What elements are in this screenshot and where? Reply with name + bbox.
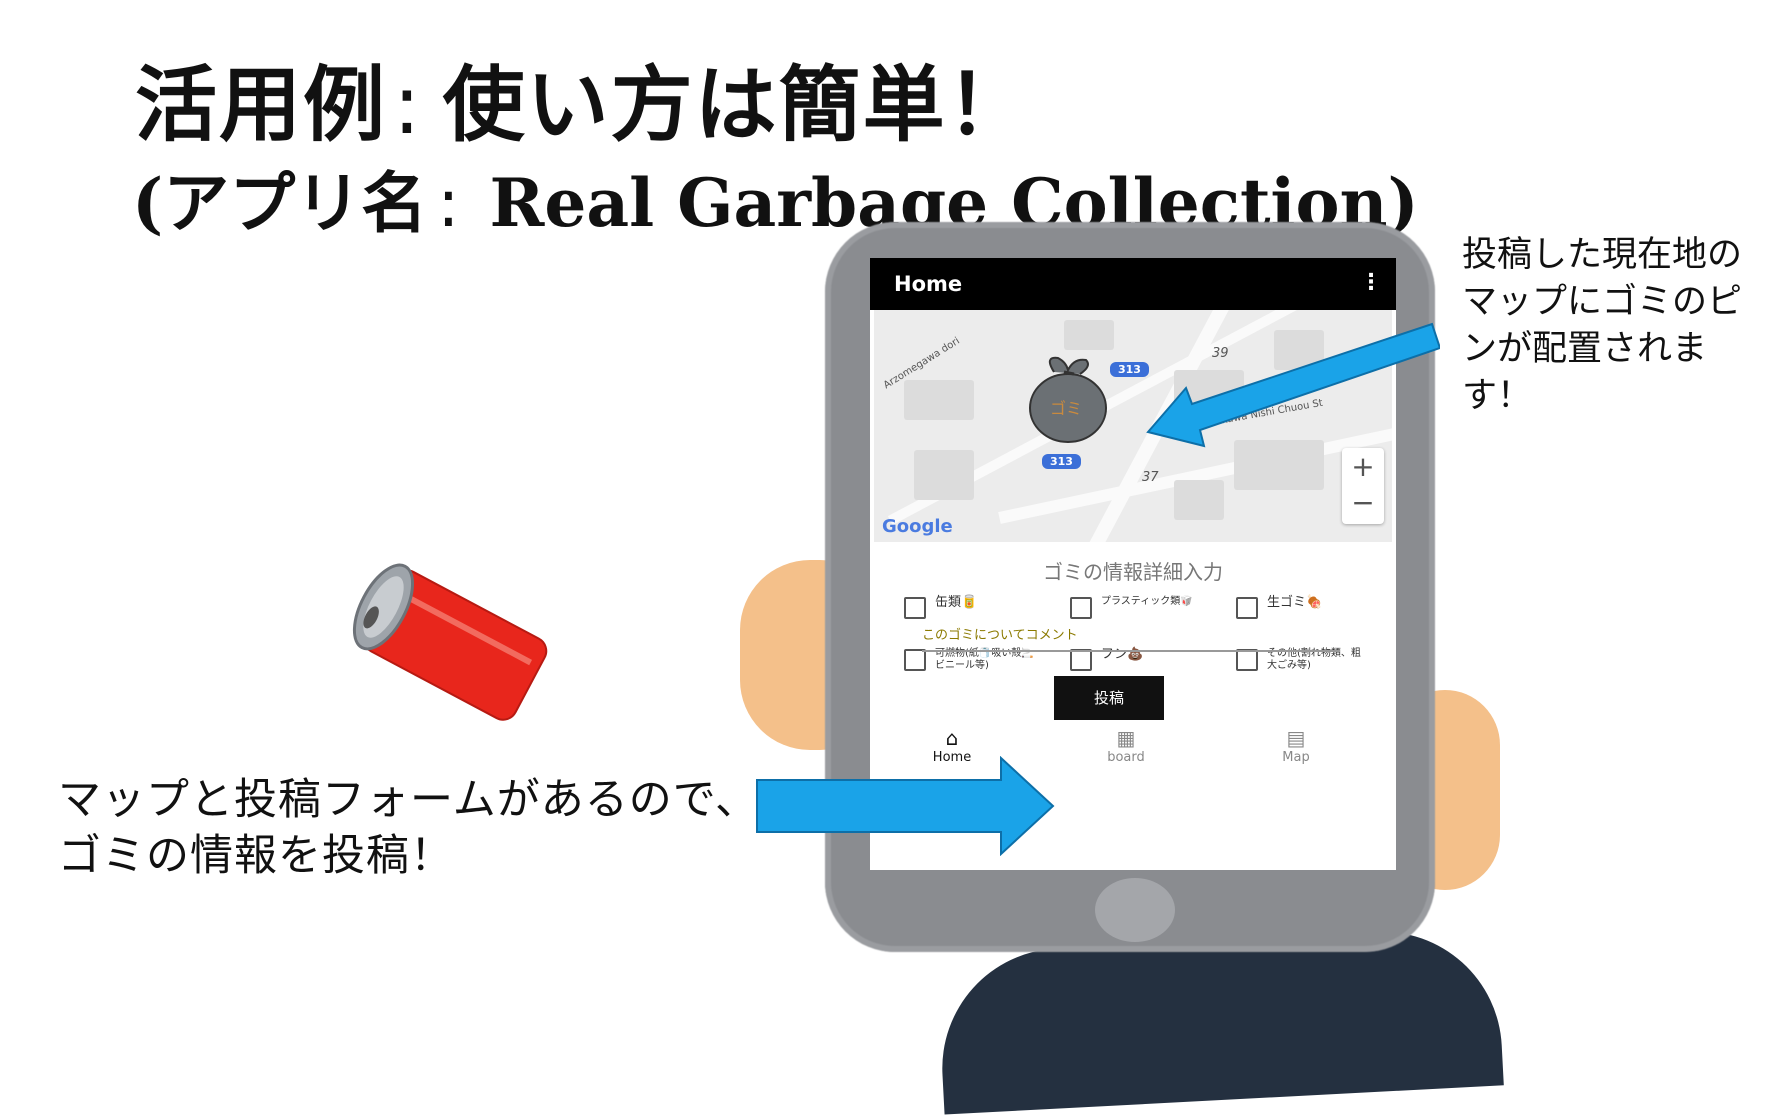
nav-board[interactable]: ▦ board — [1066, 726, 1186, 765]
person-body-illustration — [936, 925, 1504, 1115]
soda-can-illustration — [340, 560, 570, 734]
app-bar-title: Home — [894, 272, 963, 296]
checkbox-box[interactable] — [1236, 597, 1258, 619]
submit-button[interactable]: 投稿 — [1054, 676, 1164, 720]
map-icon: ▤ — [1286, 726, 1306, 750]
route-shield: 313 — [1042, 454, 1081, 469]
dashboard-icon: ▦ — [1116, 726, 1136, 750]
map-building — [914, 450, 974, 500]
checkbox-label: プラスティック類🥡 — [1101, 596, 1193, 607]
zoom-out-button[interactable]: − — [1342, 486, 1384, 522]
map-building — [1064, 320, 1114, 350]
slide-title: 活用例: 使い方は簡単！ — [135, 38, 1031, 157]
google-logo: Google — [882, 516, 953, 537]
nav-label: board — [1107, 750, 1145, 765]
nav-map[interactable]: ▤ Map — [1236, 726, 1356, 765]
title-separator: : — [393, 58, 423, 153]
subtitle-paren: ( — [132, 164, 164, 242]
home-icon: ⌂ — [945, 726, 959, 750]
more-vert-icon[interactable]: ⋮ — [1360, 270, 1382, 295]
map-building — [1174, 480, 1224, 520]
arrow-to-pin-icon — [1146, 322, 1440, 448]
checkbox-box[interactable] — [1070, 597, 1092, 619]
annotation-pin-description: 投稿した現在地のマップにゴミのピンが配置されます！ — [1462, 235, 1743, 416]
title-label: 活用例 — [135, 58, 388, 153]
checkbox-label: 缶類🥫 — [935, 595, 978, 610]
checkbox-label: 生ゴミ🍖 — [1267, 595, 1323, 610]
title-text: 使い方は簡単！ — [442, 58, 1031, 153]
checkbox-box[interactable] — [904, 649, 926, 671]
garbage-bag-pin-icon[interactable]: ゴミ — [1024, 352, 1114, 448]
annotation-form-description: マップと投稿フォームがあるので、ゴミの情報を投稿！ — [58, 775, 759, 881]
form-title: ゴミの情報詳細入力 — [1043, 560, 1223, 584]
map-building — [904, 380, 974, 420]
checkbox-box[interactable] — [1070, 649, 1092, 671]
comment-input[interactable]: このゴミについてコメント — [922, 624, 1340, 652]
nav-label: Map — [1282, 750, 1310, 765]
subtitle-separator: : — [437, 165, 460, 242]
tablet-home-button — [1095, 878, 1175, 942]
subtitle-label: アプリ名 — [163, 165, 428, 242]
zoom-controls: + − — [1342, 448, 1384, 524]
checkbox-box[interactable] — [904, 597, 926, 619]
checkbox-box[interactable] — [1236, 649, 1258, 671]
checkbox-food-waste[interactable]: 生ゴミ🍖 — [1236, 596, 1367, 619]
zoom-in-button[interactable]: + — [1342, 450, 1384, 486]
pin-text: ゴミ — [1050, 399, 1082, 418]
checkbox-plastics[interactable]: プラスティック類🥡 — [1070, 596, 1201, 619]
arrow-to-form-icon — [756, 756, 1055, 856]
checkbox-cans[interactable]: 缶類🥫 — [904, 596, 1035, 619]
map-number: 37 — [1142, 470, 1159, 485]
app-bar: Home ⋮ — [870, 258, 1396, 310]
